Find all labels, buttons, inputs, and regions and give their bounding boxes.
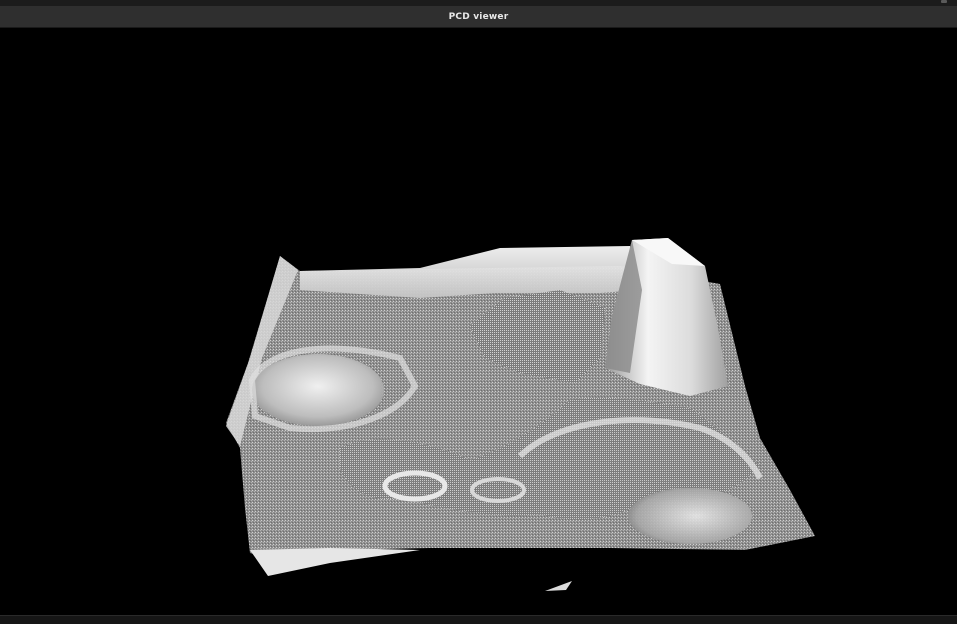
point-cloud-canvas[interactable] xyxy=(0,28,957,615)
point-cloud-viewport[interactable] xyxy=(0,28,957,615)
left-dome xyxy=(252,354,384,426)
window-title: PCD viewer xyxy=(448,11,509,22)
right-dome xyxy=(628,488,752,544)
back-wall xyxy=(300,246,640,298)
floating-fragment xyxy=(545,581,572,591)
front-flap xyxy=(250,548,420,576)
window-title-bar[interactable]: PCD viewer xyxy=(0,6,957,28)
system-indicator-icon xyxy=(941,0,947,3)
